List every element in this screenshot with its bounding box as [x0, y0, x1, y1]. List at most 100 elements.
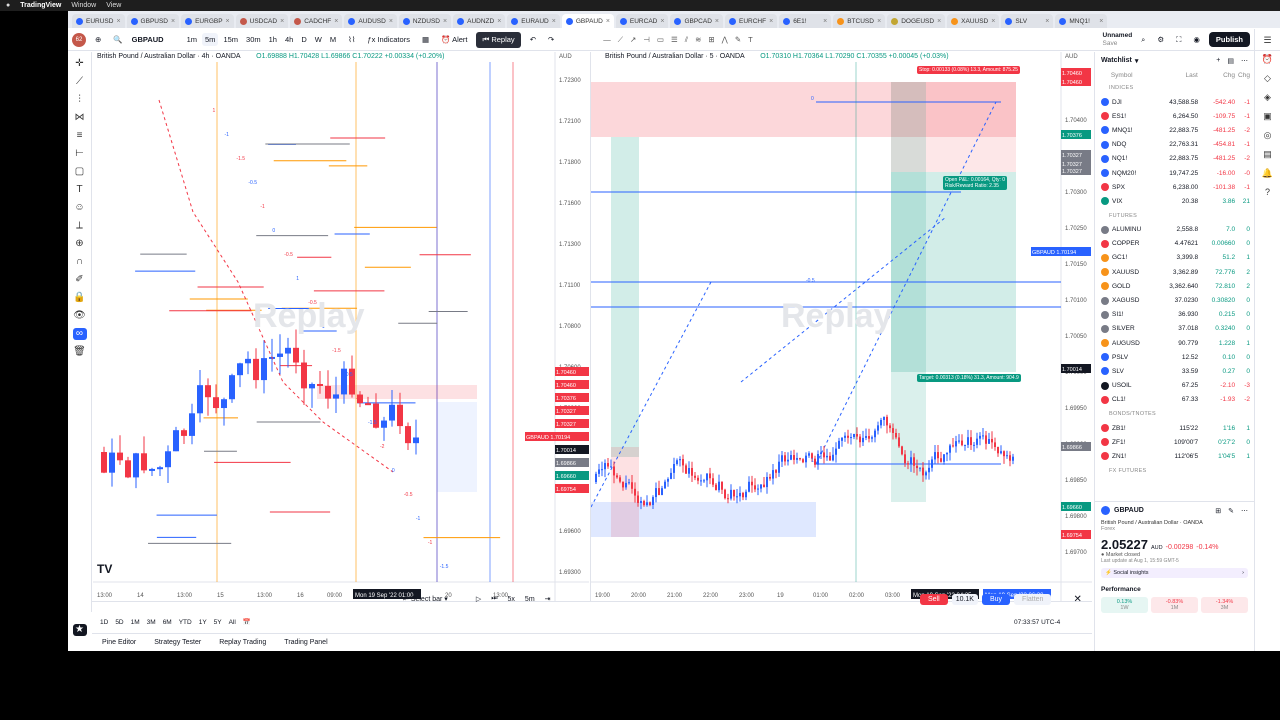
close-icon[interactable]: ×	[715, 18, 719, 25]
templates-icon[interactable]: ▦	[419, 33, 432, 46]
sell-button[interactable]: Sell	[920, 594, 948, 605]
interval-W[interactable]: W	[312, 33, 325, 46]
watchlist-row[interactable]: XAGUSD 37.0230 0.30820 0	[1095, 293, 1254, 307]
interval-15m[interactable]: 15m	[220, 33, 241, 46]
tab-eurusd[interactable]: EURUSD ×	[72, 14, 125, 28]
watchlist-row[interactable]: SI1! 36.930 0.215 0	[1095, 308, 1254, 322]
brush-tool-icon[interactable]: ✎	[735, 35, 741, 45]
text-tool-icon[interactable]: T	[748, 35, 753, 45]
close-icon[interactable]: ×	[280, 18, 284, 25]
watchlist-row[interactable]: ZN1! 112'06'5 1'04'5 1	[1095, 449, 1254, 463]
star-icon[interactable]: ★	[72, 624, 87, 636]
add-symbol-icon[interactable]: +	[1216, 57, 1220, 65]
trendline-icon[interactable]: ⟋	[73, 76, 87, 88]
indicators-button[interactable]: ƒx Indicators	[364, 33, 413, 46]
shapes-icon[interactable]: ▢	[73, 166, 87, 178]
chat-icon[interactable]: ◇	[1264, 73, 1271, 84]
left-chart-pane[interactable]: 1 -1 -1.5 -0.5 -1 0 -0.5 1 -0.5 -1 -1.5 -0.5 -1 -1.5 -…	[93, 52, 589, 601]
watchlist-row[interactable]: NQ1! 22,883.75 -481.25 -2	[1095, 152, 1254, 166]
symbol-name[interactable]: GBPAUD	[132, 35, 164, 44]
close-icon[interactable]: ×	[877, 18, 881, 25]
replay-button[interactable]: ⏮ Replay	[476, 31, 521, 48]
col-last[interactable]: Last	[1158, 72, 1197, 79]
range-1y[interactable]: 1Y	[199, 619, 207, 626]
close-replay-icon[interactable]: ✕	[1073, 594, 1081, 605]
buy-button[interactable]: Buy	[981, 594, 1011, 605]
flatten-button[interactable]: Flatten	[1014, 594, 1052, 605]
tab-eurcad[interactable]: EURCAD ×	[615, 14, 669, 28]
alerts-icon[interactable]: ⏰	[1262, 54, 1273, 65]
apple-icon[interactable]: ●	[6, 2, 10, 9]
forecast-icon[interactable]: ⊢	[73, 148, 87, 160]
jump-to-realtime-icon[interactable]: ⇥	[545, 595, 551, 603]
select-bar-button[interactable]: ⇤ Select bar ▾	[403, 595, 448, 603]
close-icon[interactable]: ×	[552, 18, 556, 25]
trend-tool-icon[interactable]: ⟋	[618, 35, 623, 45]
close-icon[interactable]: ×	[226, 18, 230, 25]
layout-icon[interactable]: ▤	[1227, 57, 1234, 65]
close-icon[interactable]: ×	[937, 18, 941, 25]
eye-icon[interactable]: 👁	[73, 310, 87, 322]
hline-tool-icon[interactable]: ⊣	[643, 35, 650, 45]
tab-cadchf[interactable]: CADCHF ×	[290, 14, 343, 28]
more-icon[interactable]: ⋯	[1241, 507, 1248, 515]
app-name[interactable]: TradingView	[20, 2, 61, 9]
watchlist-row[interactable]: NQM20! 19,747.25 -16.00 -0	[1095, 166, 1254, 180]
performance-card[interactable]: -0.83% 1M	[1151, 597, 1198, 613]
watchlist-section-header[interactable]: BONDS/TNOTES	[1095, 407, 1254, 421]
quantity-field[interactable]: 10.1K	[951, 594, 978, 605]
watchlist-row[interactable]: SILVER 37.018 0.3240 0	[1095, 322, 1254, 336]
watchlist-row[interactable]: SPX 6,238.00 -101.38 -1	[1095, 180, 1254, 194]
tab-audnzd[interactable]: AUDNZD ×	[453, 14, 506, 28]
crosshair-icon[interactable]: ✛	[73, 58, 87, 70]
watchlist-row[interactable]: CL1! 67.33 -1.93 -2	[1095, 393, 1254, 407]
tab-dogeusd[interactable]: DOGEUSD ×	[887, 14, 946, 28]
col-chg[interactable]: Chg	[1201, 72, 1235, 79]
calendar-icon[interactable]: ▣	[1263, 111, 1272, 122]
grid-icon[interactable]: ⊞	[1215, 507, 1221, 515]
watchlist-row[interactable]: GOLD 3,362.640 72.810 2	[1095, 279, 1254, 293]
avatar[interactable]: 62	[72, 32, 86, 47]
pattern-icon[interactable]: ⋈	[73, 112, 87, 124]
undo-icon[interactable]: ↶	[527, 33, 539, 46]
tab-slv[interactable]: SLV ×	[1001, 14, 1054, 28]
zoom-icon[interactable]: ⊕	[73, 238, 87, 250]
range-5d[interactable]: 5D	[115, 619, 123, 626]
search-icon[interactable]: ⌕	[1138, 33, 1148, 47]
footer-tab-replay-trading[interactable]: Replay Trading	[219, 639, 266, 646]
tab-eurgbp[interactable]: EURGBP ×	[181, 14, 234, 28]
watchlist-row[interactable]: MNQ1! 22,883.75 -481.25 -2	[1095, 123, 1254, 137]
play-icon[interactable]: ▷	[476, 595, 481, 603]
watchlist-row[interactable]: VIX 20.38 3.86 21	[1095, 194, 1254, 208]
text-icon[interactable]: T	[73, 184, 87, 196]
magnet-icon[interactable]: ∩	[73, 256, 87, 268]
position-tool-icon[interactable]: ⊞	[708, 35, 714, 45]
close-icon[interactable]: ×	[334, 18, 338, 25]
tab-xauusd[interactable]: XAUUSD ×	[947, 14, 1000, 28]
chart-type-icon[interactable]: ⌇⌇	[345, 33, 358, 46]
pnl-label[interactable]: Open P&L: 0.00164, Qty: 0 Risk/Reward Rat…	[943, 176, 1008, 190]
tab-euraud[interactable]: EURAUD ×	[507, 14, 560, 28]
watchlist-row[interactable]: XAUUSD 3,362.89 72.776 2	[1095, 265, 1254, 279]
more-icon[interactable]: ⋯	[1241, 57, 1248, 65]
detail-symbol[interactable]: GBPAUD	[1114, 507, 1144, 514]
add-symbol-icon[interactable]: ⊕	[92, 33, 104, 46]
right-chart-pane[interactable]: 0-0.511.704001.703501.703001.702501.7015…	[590, 52, 1092, 601]
range-1m[interactable]: 1M	[131, 619, 140, 626]
col-chg-pct[interactable]: Chg%	[1238, 72, 1250, 79]
tab-nzdusd[interactable]: NZDUSD ×	[398, 14, 452, 28]
alert-button[interactable]: ⏰ Alert	[438, 33, 470, 46]
path-tool-icon[interactable]: ⋀	[722, 35, 728, 45]
tab-gbpusd[interactable]: GBPUSD ×	[126, 14, 180, 28]
watchlist-row[interactable]: ES1! 6,264.50 -109.75 -1	[1095, 109, 1254, 123]
footer-tab-pine-editor[interactable]: Pine Editor	[102, 639, 136, 646]
close-icon[interactable]: ×	[116, 18, 120, 25]
interval-1m[interactable]: 1m	[184, 33, 200, 46]
social-insights-button[interactable]: ⚡ Social insights ›	[1101, 568, 1248, 578]
close-icon[interactable]: ×	[497, 18, 501, 25]
clock[interactable]: 07:33:57 UTC-4	[1014, 619, 1060, 626]
watchlist-section-header[interactable]: FX FUTURES	[1095, 464, 1254, 478]
close-icon[interactable]: ×	[769, 18, 773, 25]
watchlist-title[interactable]: Watchlist	[1101, 57, 1132, 64]
channel-tool-icon[interactable]: ⫽	[685, 35, 688, 45]
